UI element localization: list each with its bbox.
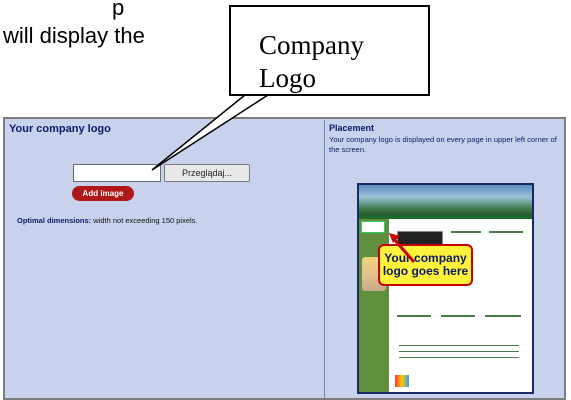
upload-pane-title: Your company logo [9,123,111,135]
document-line-2: will display the [3,23,145,48]
document-text: p will display the [0,0,145,50]
thumbnail-text-line [441,315,475,317]
thumbnail-text-line [451,231,481,233]
thumbnail-logo-slot [361,221,385,233]
browse-button[interactable]: Przeglądaj... [164,164,250,182]
thumbnail-text-line [489,231,523,233]
company-logo-callout: Company Logo [229,5,430,96]
thumbnail-banner-image [359,185,532,215]
optimal-dimensions-note: Optimal dimensions: width not exceeding … [17,216,198,225]
thumbnail-text-line [399,357,519,358]
callout-line-1: Company [259,30,364,60]
thumbnail-text-line [397,315,431,317]
thumbnail-text-line [399,351,519,352]
upload-pane: Your company logo Przeglądaj... Add imag… [6,120,325,398]
placement-title: Placement [329,123,375,133]
thumbnail-footer-logo [395,375,409,387]
logo-settings-screenshot: Your company logo Przeglądaj... Add imag… [3,117,566,400]
callout-text: Company Logo [259,29,364,95]
optimal-dimensions-value: width not exceeding 150 pixels. [93,216,198,225]
document-line-1: p [112,0,125,20]
optimal-dimensions-label: Optimal dimensions: [17,216,92,225]
thumbnail-text-line [399,345,519,346]
page-layout-thumbnail [357,183,534,394]
file-path-input[interactable] [73,164,161,182]
placement-description: Your company logo is displayed on every … [329,135,557,154]
add-image-button[interactable]: Add image [72,186,134,201]
logo-placement-sticker: Your company logo goes here [378,244,473,286]
thumbnail-text-line [485,315,521,317]
callout-line-2: Logo [259,63,316,93]
